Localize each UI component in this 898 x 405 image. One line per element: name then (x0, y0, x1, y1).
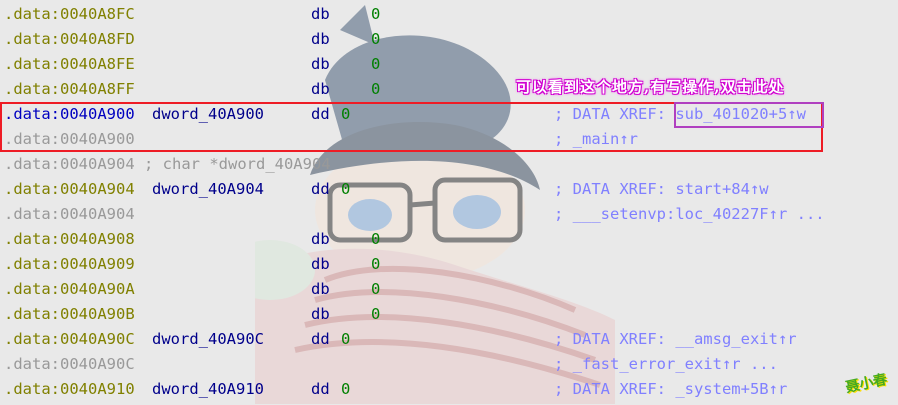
type-comment: ; char *dword_40A904 (144, 155, 331, 173)
address[interactable]: .data:0040A90B (4, 305, 135, 323)
value: 0 (371, 80, 381, 98)
directive: db (311, 280, 330, 298)
directive: db (311, 5, 330, 23)
listing-line[interactable]: .data:0040A904 dword_40A904 dd 0 ; DATA XREF… (4, 177, 894, 202)
address[interactable]: .data:0040A904 (4, 205, 135, 223)
value: 0 (371, 280, 381, 298)
value: 0 (371, 5, 381, 23)
listing-line[interactable]: .data:0040A904 ; char *dword_40A904 (4, 152, 894, 177)
highlight-box-xref-write (674, 102, 824, 128)
xref-comment[interactable]: ; _fast_error_exit↑r ... (554, 352, 778, 377)
directive: db (311, 55, 330, 73)
listing-line[interactable]: .data:0040A908 db 0 (4, 227, 894, 252)
directive: db (311, 255, 330, 273)
directive: db (311, 230, 330, 248)
value: 0 (341, 180, 351, 198)
listing-line[interactable]: .data:0040A8FC db 0 (4, 2, 894, 27)
directive: db (311, 305, 330, 323)
data-label[interactable]: dword_40A910 (152, 377, 264, 402)
listing-line[interactable]: .data:0040A90C ; _fast_error_exit↑r ... (4, 352, 894, 377)
xref-comment[interactable]: ; DATA XREF: __amsg_exit↑r (554, 327, 797, 352)
listing-line[interactable]: .data:0040A8FE db 0 (4, 52, 894, 77)
address[interactable]: .data:0040A90A (4, 280, 135, 298)
directive: dd (311, 380, 330, 398)
data-label[interactable]: dword_40A90C (152, 327, 264, 352)
directive: dd (311, 180, 330, 198)
address[interactable]: .data:0040A909 (4, 255, 135, 273)
value: 0 (341, 330, 351, 348)
address[interactable]: .data:0040A8FD (4, 30, 135, 48)
address[interactable]: .data:0040A904 (4, 180, 135, 198)
address[interactable]: .data:0040A908 (4, 230, 135, 248)
annotation-text: 可以看到这个地方,有写操作,双击此处 (516, 78, 785, 96)
xref-comment[interactable]: ; DATA XREF: start+84↑w (554, 177, 769, 202)
value: 0 (371, 230, 381, 248)
address[interactable]: .data:0040A8FE (4, 55, 135, 73)
address[interactable]: .data:0040A90C (4, 330, 135, 348)
listing-line[interactable]: .data:0040A90B db 0 (4, 302, 894, 327)
directive: db (311, 80, 330, 98)
listing-line[interactable]: .data:0040A90C dword_40A90C dd 0 ; DATA XREF… (4, 327, 894, 352)
listing-line[interactable]: .data:0040A8FD db 0 (4, 27, 894, 52)
xref-comment[interactable]: ; ___setenvp:loc_40227F↑r ... (554, 202, 825, 227)
listing-line[interactable]: .data:0040A910 dword_40A910 dd 0 ; DATA XREF… (4, 377, 894, 402)
directive: db (311, 30, 330, 48)
listing-line[interactable]: .data:0040A90A db 0 (4, 277, 894, 302)
value: 0 (341, 380, 351, 398)
directive: dd (311, 330, 330, 348)
value: 0 (371, 30, 381, 48)
address[interactable]: .data:0040A8FF (4, 80, 135, 98)
ida-data-listing[interactable]: .data:0040A8FC db 0 .data:0040A8FD db 0 .data:… (0, 0, 898, 404)
value: 0 (371, 305, 381, 323)
address[interactable]: .data:0040A8FC (4, 5, 135, 23)
address[interactable]: .data:0040A90C (4, 355, 135, 373)
xref-comment[interactable]: ; DATA XREF: _system+5B↑r (554, 377, 787, 402)
address[interactable]: .data:0040A904 (4, 155, 135, 173)
value: 0 (371, 255, 381, 273)
address[interactable]: .data:0040A910 (4, 380, 135, 398)
listing-line[interactable]: .data:0040A909 db 0 (4, 252, 894, 277)
listing-line[interactable]: .data:0040A904 ; ___setenvp:loc_40227F↑r … (4, 202, 894, 227)
data-label[interactable]: dword_40A904 (152, 177, 264, 202)
value: 0 (371, 55, 381, 73)
